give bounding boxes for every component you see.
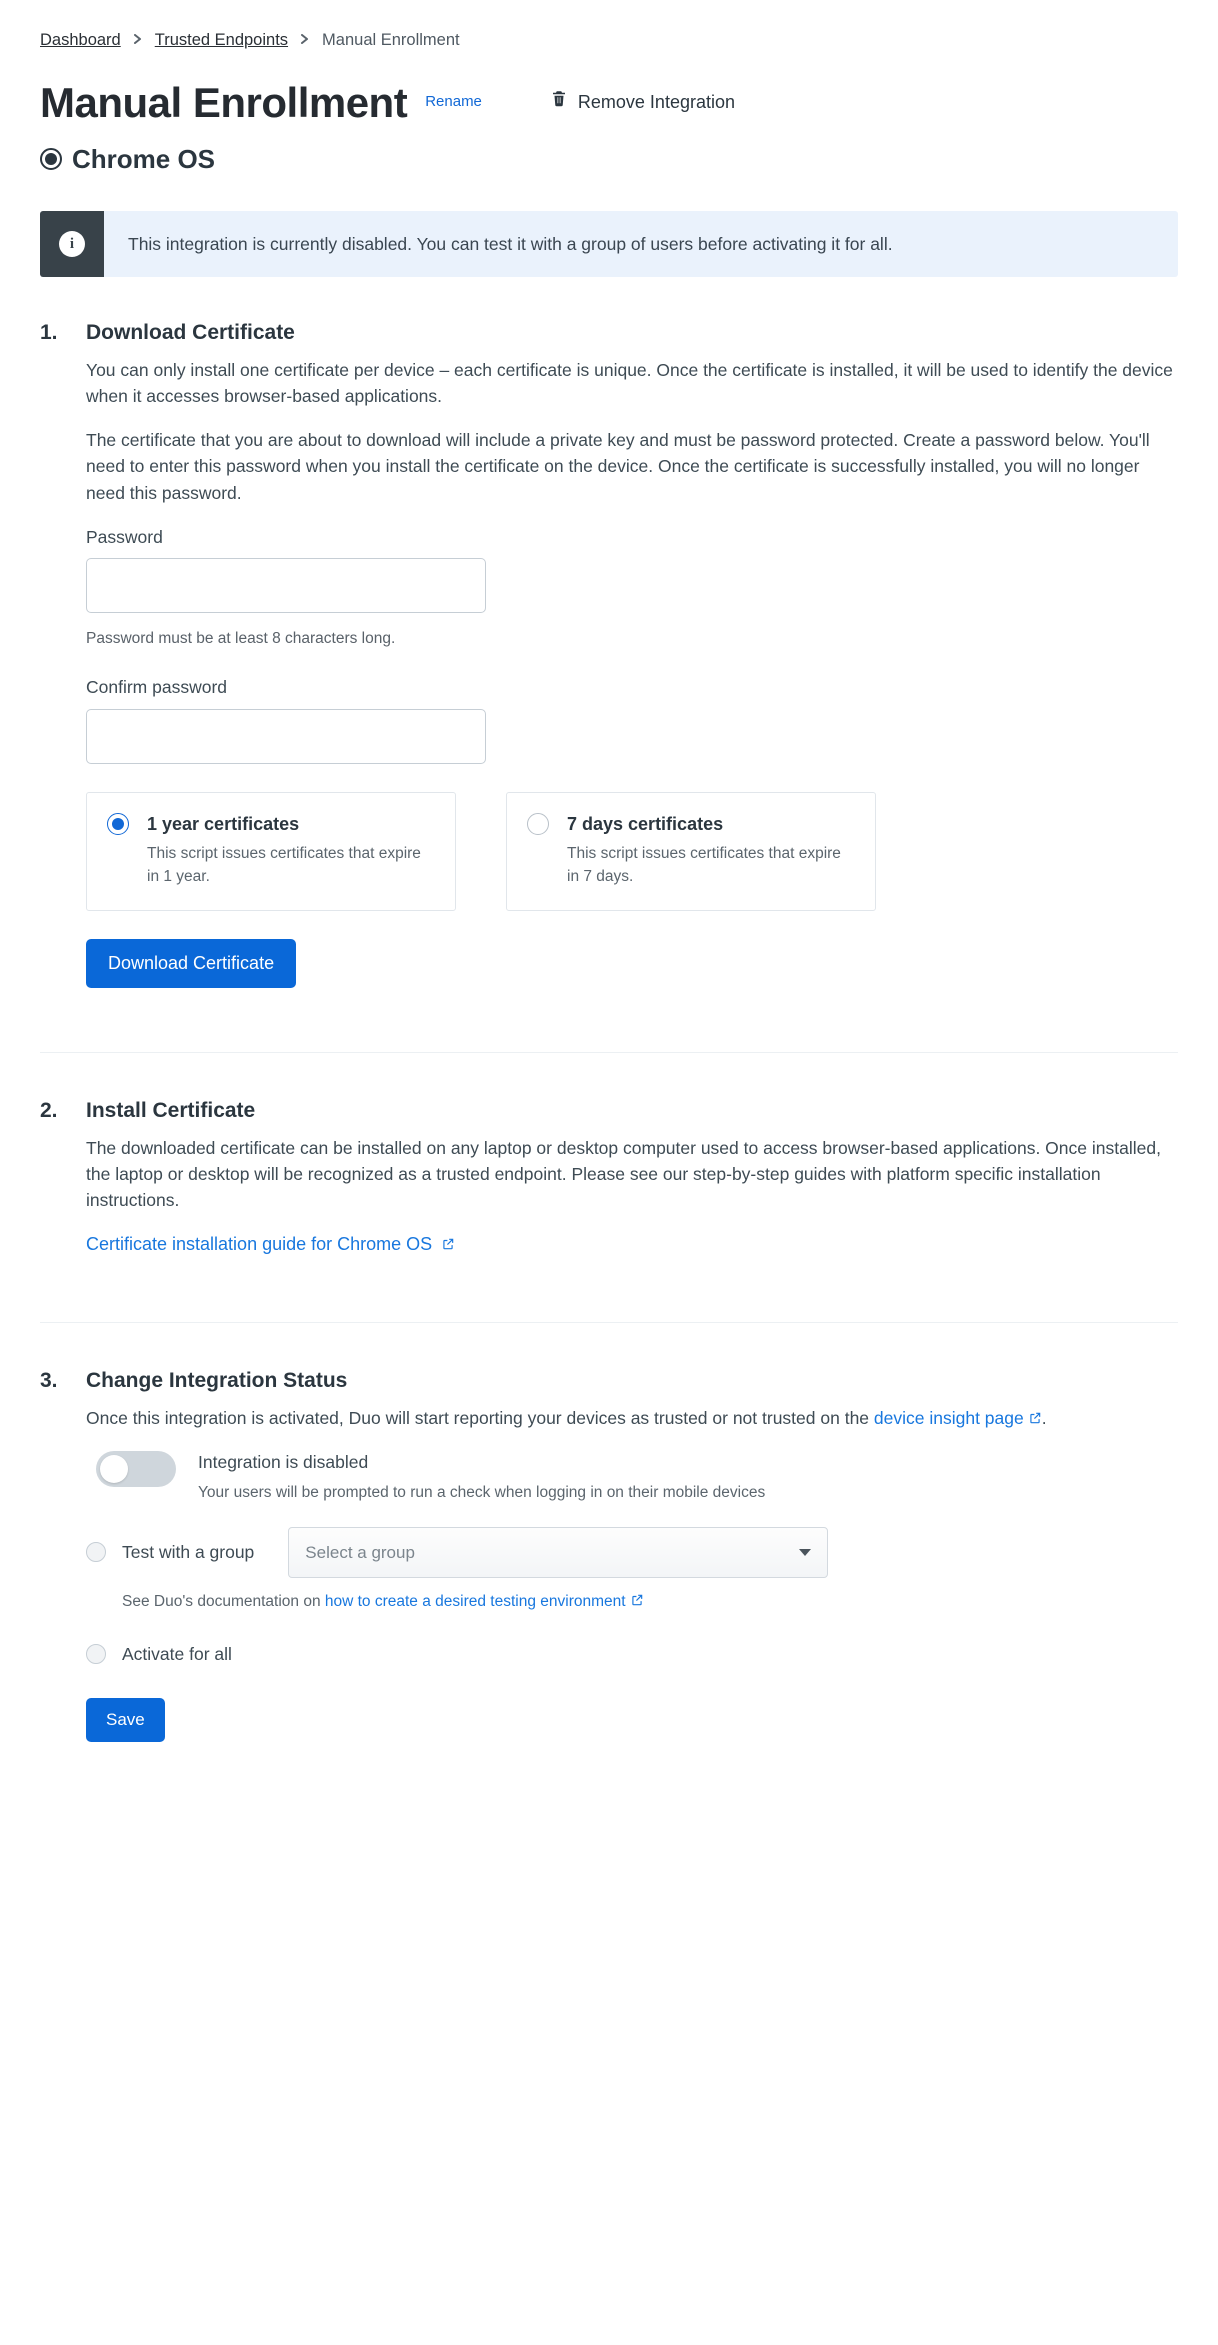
step3-para: Once this integration is activated, Duo …	[86, 1405, 1178, 1431]
page-title: Manual Enrollment	[40, 71, 407, 134]
page-header: Manual Enrollment Rename Remove Integrat…	[40, 71, 1178, 134]
external-link-icon	[1028, 1406, 1042, 1420]
external-link-icon	[630, 1591, 644, 1605]
confirm-password-label: Confirm password	[86, 674, 1178, 700]
step-3: 3. Change Integration Status Once this i…	[40, 1365, 1178, 1741]
step3-para-prefix: Once this integration is activated, Duo …	[86, 1408, 874, 1428]
os-label: Chrome OS	[72, 140, 215, 179]
integration-status-title: Integration is disabled	[198, 1449, 765, 1475]
device-insight-link-text: device insight page	[874, 1408, 1024, 1428]
activate-all-row: Activate for all	[86, 1641, 1178, 1667]
integration-disabled-row: Integration is disabled Your users will …	[96, 1449, 1178, 1505]
breadcrumb-current: Manual Enrollment	[322, 28, 460, 53]
doc-note-prefix: See Duo's documentation on	[122, 1593, 325, 1610]
password-label: Password	[86, 524, 1178, 550]
step-number: 2.	[40, 1095, 62, 1258]
info-banner: i This integration is currently disabled…	[40, 211, 1178, 277]
integration-toggle[interactable]	[96, 1451, 176, 1487]
step-number: 1.	[40, 317, 62, 988]
breadcrumb-item-trusted-endpoints[interactable]: Trusted Endpoints	[155, 28, 288, 53]
test-group-label: Test with a group	[122, 1539, 254, 1565]
caret-down-icon	[799, 1549, 811, 1556]
os-subtitle: Chrome OS	[40, 140, 1178, 179]
confirm-password-input[interactable]	[86, 709, 486, 764]
step-1: 1. Download Certificate You can only ins…	[40, 317, 1178, 988]
radio-activate-all[interactable]	[86, 1644, 106, 1664]
divider	[40, 1322, 1178, 1323]
rename-link[interactable]: Rename	[425, 91, 482, 114]
info-icon-container: i	[40, 211, 104, 277]
chevron-right-icon	[300, 29, 310, 52]
password-hint: Password must be at least 8 characters l…	[86, 627, 1178, 650]
certificate-duration-options: 1 year certificates This script issues c…	[86, 792, 1178, 912]
radio-1year[interactable]	[107, 813, 129, 835]
step3-para-suffix: .	[1042, 1408, 1047, 1428]
external-link-icon	[441, 1232, 455, 1246]
cert-option-desc: This script issues certificates that exp…	[567, 842, 853, 889]
step-heading: Install Certificate	[86, 1095, 1178, 1127]
step-number: 3.	[40, 1365, 62, 1741]
trash-icon	[550, 88, 568, 116]
radio-7days[interactable]	[527, 813, 549, 835]
step1-para2: The certificate that you are about to do…	[86, 427, 1178, 506]
step-heading: Change Integration Status	[86, 1365, 1178, 1397]
radio-test-group[interactable]	[86, 1542, 106, 1562]
breadcrumb: Dashboard Trusted Endpoints Manual Enrol…	[40, 28, 1178, 53]
remove-integration-label: Remove Integration	[578, 89, 735, 116]
cert-option-desc: This script issues certificates that exp…	[147, 842, 433, 889]
cert-option-title: 7 days certificates	[567, 811, 853, 838]
testing-env-link[interactable]: how to create a desired testing environm…	[325, 1593, 644, 1610]
info-icon: i	[59, 231, 85, 257]
group-select[interactable]: Select a group	[288, 1527, 828, 1579]
cert-option-1year[interactable]: 1 year certificates This script issues c…	[86, 792, 456, 912]
group-select-placeholder: Select a group	[305, 1540, 415, 1566]
cert-option-7days[interactable]: 7 days certificates This script issues c…	[506, 792, 876, 912]
activate-all-label: Activate for all	[122, 1641, 232, 1667]
remove-integration-button[interactable]: Remove Integration	[550, 88, 735, 116]
integration-status-desc: Your users will be prompted to run a che…	[198, 1481, 765, 1504]
test-with-group-row: Test with a group Select a group	[86, 1527, 1178, 1579]
password-input[interactable]	[86, 558, 486, 613]
install-guide-link-text: Certificate installation guide for Chrom…	[86, 1234, 432, 1254]
divider	[40, 1052, 1178, 1053]
chevron-right-icon	[133, 29, 143, 52]
info-message: This integration is currently disabled. …	[104, 211, 1178, 277]
save-button[interactable]: Save	[86, 1698, 165, 1742]
breadcrumb-item-dashboard[interactable]: Dashboard	[40, 28, 121, 53]
device-insight-link[interactable]: device insight page	[874, 1408, 1042, 1428]
step-2: 2. Install Certificate The downloaded ce…	[40, 1095, 1178, 1258]
testing-env-link-text: how to create a desired testing environm…	[325, 1593, 626, 1610]
step-heading: Download Certificate	[86, 317, 1178, 349]
step2-para: The downloaded certificate can be instal…	[86, 1135, 1178, 1214]
cert-option-title: 1 year certificates	[147, 811, 433, 838]
chrome-os-icon	[40, 148, 62, 170]
download-certificate-button[interactable]: Download Certificate	[86, 939, 296, 988]
step1-para1: You can only install one certificate per…	[86, 357, 1178, 410]
install-guide-link[interactable]: Certificate installation guide for Chrom…	[86, 1234, 455, 1254]
testing-doc-note: See Duo's documentation on how to create…	[122, 1590, 1178, 1613]
